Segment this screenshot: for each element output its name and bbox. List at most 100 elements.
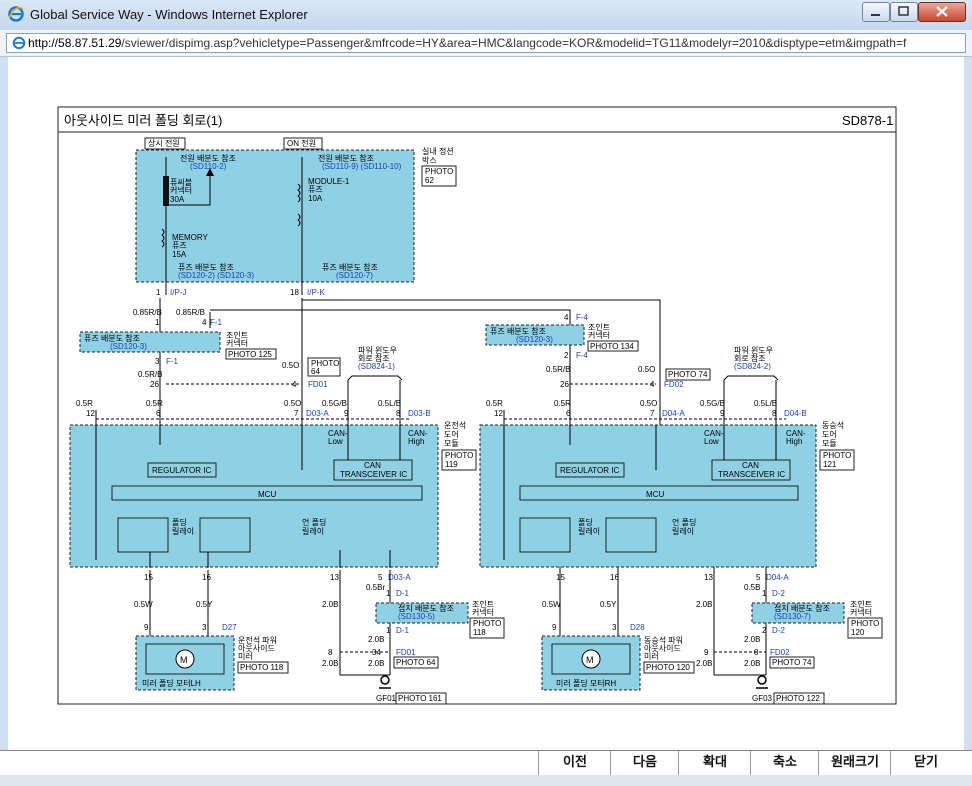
unfold-relay-l-2: 릴레이: [302, 526, 324, 536]
wire-05y-l: 0.5Y: [196, 600, 213, 609]
d1-top: D-1: [396, 589, 409, 598]
pin-r-7: 7: [650, 409, 655, 418]
mcu-r: MCU: [646, 490, 664, 499]
d03a-bottom: D03-A: [388, 573, 411, 582]
pin-l-26: 26: [150, 380, 159, 389]
fd01-bottom: FD01: [396, 648, 416, 657]
unfold-relay-l-1: 언 폴딩: [302, 517, 326, 527]
pin-r-2: 2: [564, 351, 569, 360]
pin-l-d1-b: 1: [386, 626, 391, 635]
wire-05w-r: 0.5W: [542, 600, 561, 609]
joint-conn-right-2: 커넥터: [588, 330, 610, 340]
fold-relay-l-1: 폴딩: [172, 517, 187, 527]
photo118b-num: 118: [473, 628, 486, 637]
regulator-ic-r: REGULATOR IC: [560, 466, 619, 475]
maximize-button[interactable]: [890, 2, 918, 22]
zoom-in-button[interactable]: 확대: [678, 751, 751, 775]
regulator-ic-l: REGULATOR IC: [152, 466, 211, 475]
d1-bottom: D-1: [396, 626, 409, 635]
module1-label-2: 퓨즈: [308, 185, 323, 194]
d04a-bottom: D04-A: [766, 573, 789, 582]
prev-button[interactable]: 이전: [538, 751, 611, 775]
wire-05rb-l: 0.5R/B: [138, 370, 162, 379]
fusible-label-2: 커넥터: [170, 185, 192, 195]
photo62-num: 62: [425, 176, 434, 185]
fuse-ref-left-sd: (SD120-2) (SD120-3): [178, 271, 254, 280]
gnd-sd-right: (SD130-7): [774, 612, 811, 621]
photo74b: PHOTO 74: [772, 658, 812, 667]
fold-relay-r-1: 폴딩: [578, 517, 593, 527]
pw-ref-left-3: (SD824-1): [358, 362, 395, 371]
pin-1: 1: [156, 288, 161, 297]
pin-l-4: 4: [202, 318, 207, 327]
photo62-label: PHOTO: [425, 167, 453, 176]
wire-085-b: 0.85R/B: [176, 308, 205, 317]
wire-05r-r2: 0.5R: [554, 399, 571, 408]
can-tx-r-1: CAN: [742, 461, 759, 470]
wire-085-a: 0.85R/B: [133, 308, 162, 317]
internet-explorer-icon: [8, 6, 24, 22]
zoom-out-button[interactable]: 축소: [750, 751, 819, 775]
photo119-num: 119: [445, 460, 458, 469]
wiring-diagram: 아웃사이드 미러 폴딩 회로(1) SD878-1 상시 전원 ON 전원 실내…: [57, 106, 897, 705]
wire-05br: 0.5Br: [366, 583, 385, 592]
pin-r-d2-2: 2: [762, 626, 767, 635]
close-button[interactable]: 닫기: [890, 751, 961, 775]
joint-conn-left-2: 커넥터: [226, 338, 248, 348]
motor-lh: 미러 폴딩 모터LH: [142, 678, 201, 688]
fd02: FD02: [664, 380, 684, 389]
next-button[interactable]: 다음: [610, 751, 679, 775]
wire-20b-r1: 2.0B: [696, 600, 712, 609]
pin-r-15: 15: [556, 573, 565, 582]
photo121-label: PHOTO: [823, 451, 851, 460]
photo118b-label: PHOTO: [473, 619, 501, 628]
can-tx-r-2: TRANSCEIVER IC: [718, 470, 785, 479]
viewer-footer: 이전 다음 확대 축소 원래크기 닫기: [0, 750, 972, 786]
pin-l-d1-1: 1: [386, 589, 391, 598]
pin-18: 18: [290, 288, 299, 297]
d28: D28: [630, 623, 645, 632]
d2-bottom: D-2: [772, 626, 785, 635]
wire-05r-r1: 0.5R: [486, 399, 503, 408]
minimize-button[interactable]: [862, 2, 890, 22]
pin-r-5: 5: [756, 573, 761, 582]
pin-l-16: 16: [202, 573, 211, 582]
diagram-title: 아웃사이드 미러 폴딩 회로(1): [64, 113, 222, 128]
gf01: GF01: [376, 694, 397, 703]
fold-relay-l-2: 릴레이: [172, 526, 194, 536]
drv-module-r-3: 모듈: [822, 439, 837, 448]
pin-rh-9: 9: [552, 623, 557, 632]
fusible-label-3: 30A: [170, 195, 185, 204]
pin-ipj: I/P-J: [170, 288, 186, 297]
wire-05r-l2: 0.5R: [146, 399, 163, 408]
wire-05gb-l: 0.5G/B: [322, 399, 347, 408]
pin-l-7: 7: [294, 409, 299, 418]
maximize-icon: [898, 6, 909, 16]
f1-top: F-1: [210, 318, 223, 327]
pin-rh-3: 3: [612, 623, 617, 632]
f1-bottom: F-1: [166, 357, 179, 366]
url-text: http://58.87.51.29/sviewer/dispimg.asp?v…: [28, 36, 907, 50]
memory-label-3: 15A: [172, 250, 187, 259]
photo161: PHOTO 161: [398, 694, 442, 703]
d27: D27: [222, 623, 237, 632]
mirror-r-3: 미러: [644, 652, 659, 661]
d04b: D04-B: [784, 409, 807, 418]
d04a-top: D04-A: [662, 409, 685, 418]
drv-module-l-3: 모듈: [444, 439, 459, 448]
wire-20b-l1: 2.0B: [322, 600, 338, 609]
wire-05o-l: 0.5O: [282, 361, 299, 370]
window-titlebar: Global Service Way - Windows Internet Ex…: [0, 0, 972, 31]
junction-label-2: 박스: [422, 155, 437, 165]
f4-bottom: F-4: [576, 351, 589, 360]
unfold-relay-r-1: 언 폴딩: [672, 517, 696, 527]
can-low-r-2: Low: [704, 437, 719, 446]
original-size-button[interactable]: 원래크기: [818, 751, 891, 775]
fuse-ref-right-sd: (SD120-7): [336, 271, 373, 280]
f4-top: F-4: [576, 313, 589, 322]
close-window-button[interactable]: [918, 2, 966, 22]
photo64-num: 64: [311, 367, 320, 376]
photo120: PHOTO 120: [646, 663, 690, 672]
photo121-num: 121: [823, 460, 837, 469]
wire-05lb-l: 0.5L/B: [378, 399, 401, 408]
